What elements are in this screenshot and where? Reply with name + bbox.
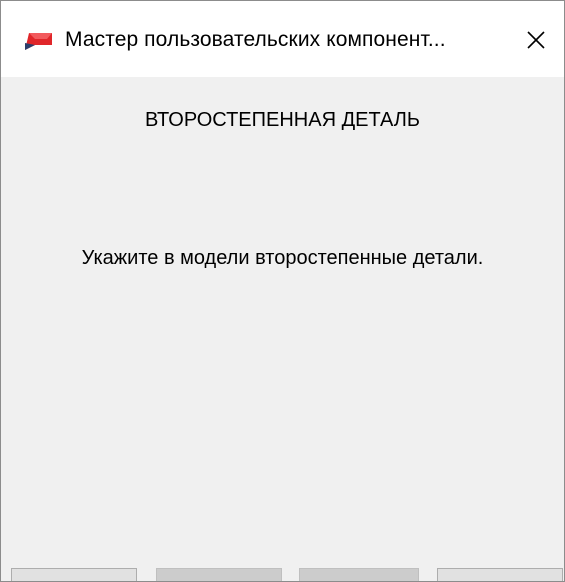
- wizard-content: ВТОРОСТЕПЕННАЯ ДЕТАЛЬ Укажите в модели в…: [1, 77, 564, 581]
- close-button[interactable]: [519, 25, 553, 59]
- window-title: Мастер пользовательских компонент...: [65, 28, 446, 51]
- title-bar[interactable]: Мастер пользовательских компонент...: [1, 1, 564, 77]
- close-icon: [526, 30, 546, 55]
- step-title: ВТОРОСТЕПЕННАЯ ДЕТАЛЬ: [144, 109, 421, 131]
- instruction-text: Укажите в модели второстепенные детали.: [81, 247, 484, 269]
- finish-button[interactable]: Готово: [299, 568, 419, 581]
- app-logo-icon: [23, 31, 53, 51]
- back-button[interactable]: < Назад: [11, 568, 137, 581]
- next-button[interactable]: Далее >: [156, 568, 282, 581]
- wizard-dialog: Мастер пользовательских компонент... ВТО…: [0, 0, 565, 582]
- cancel-button[interactable]: Отмена: [437, 568, 563, 581]
